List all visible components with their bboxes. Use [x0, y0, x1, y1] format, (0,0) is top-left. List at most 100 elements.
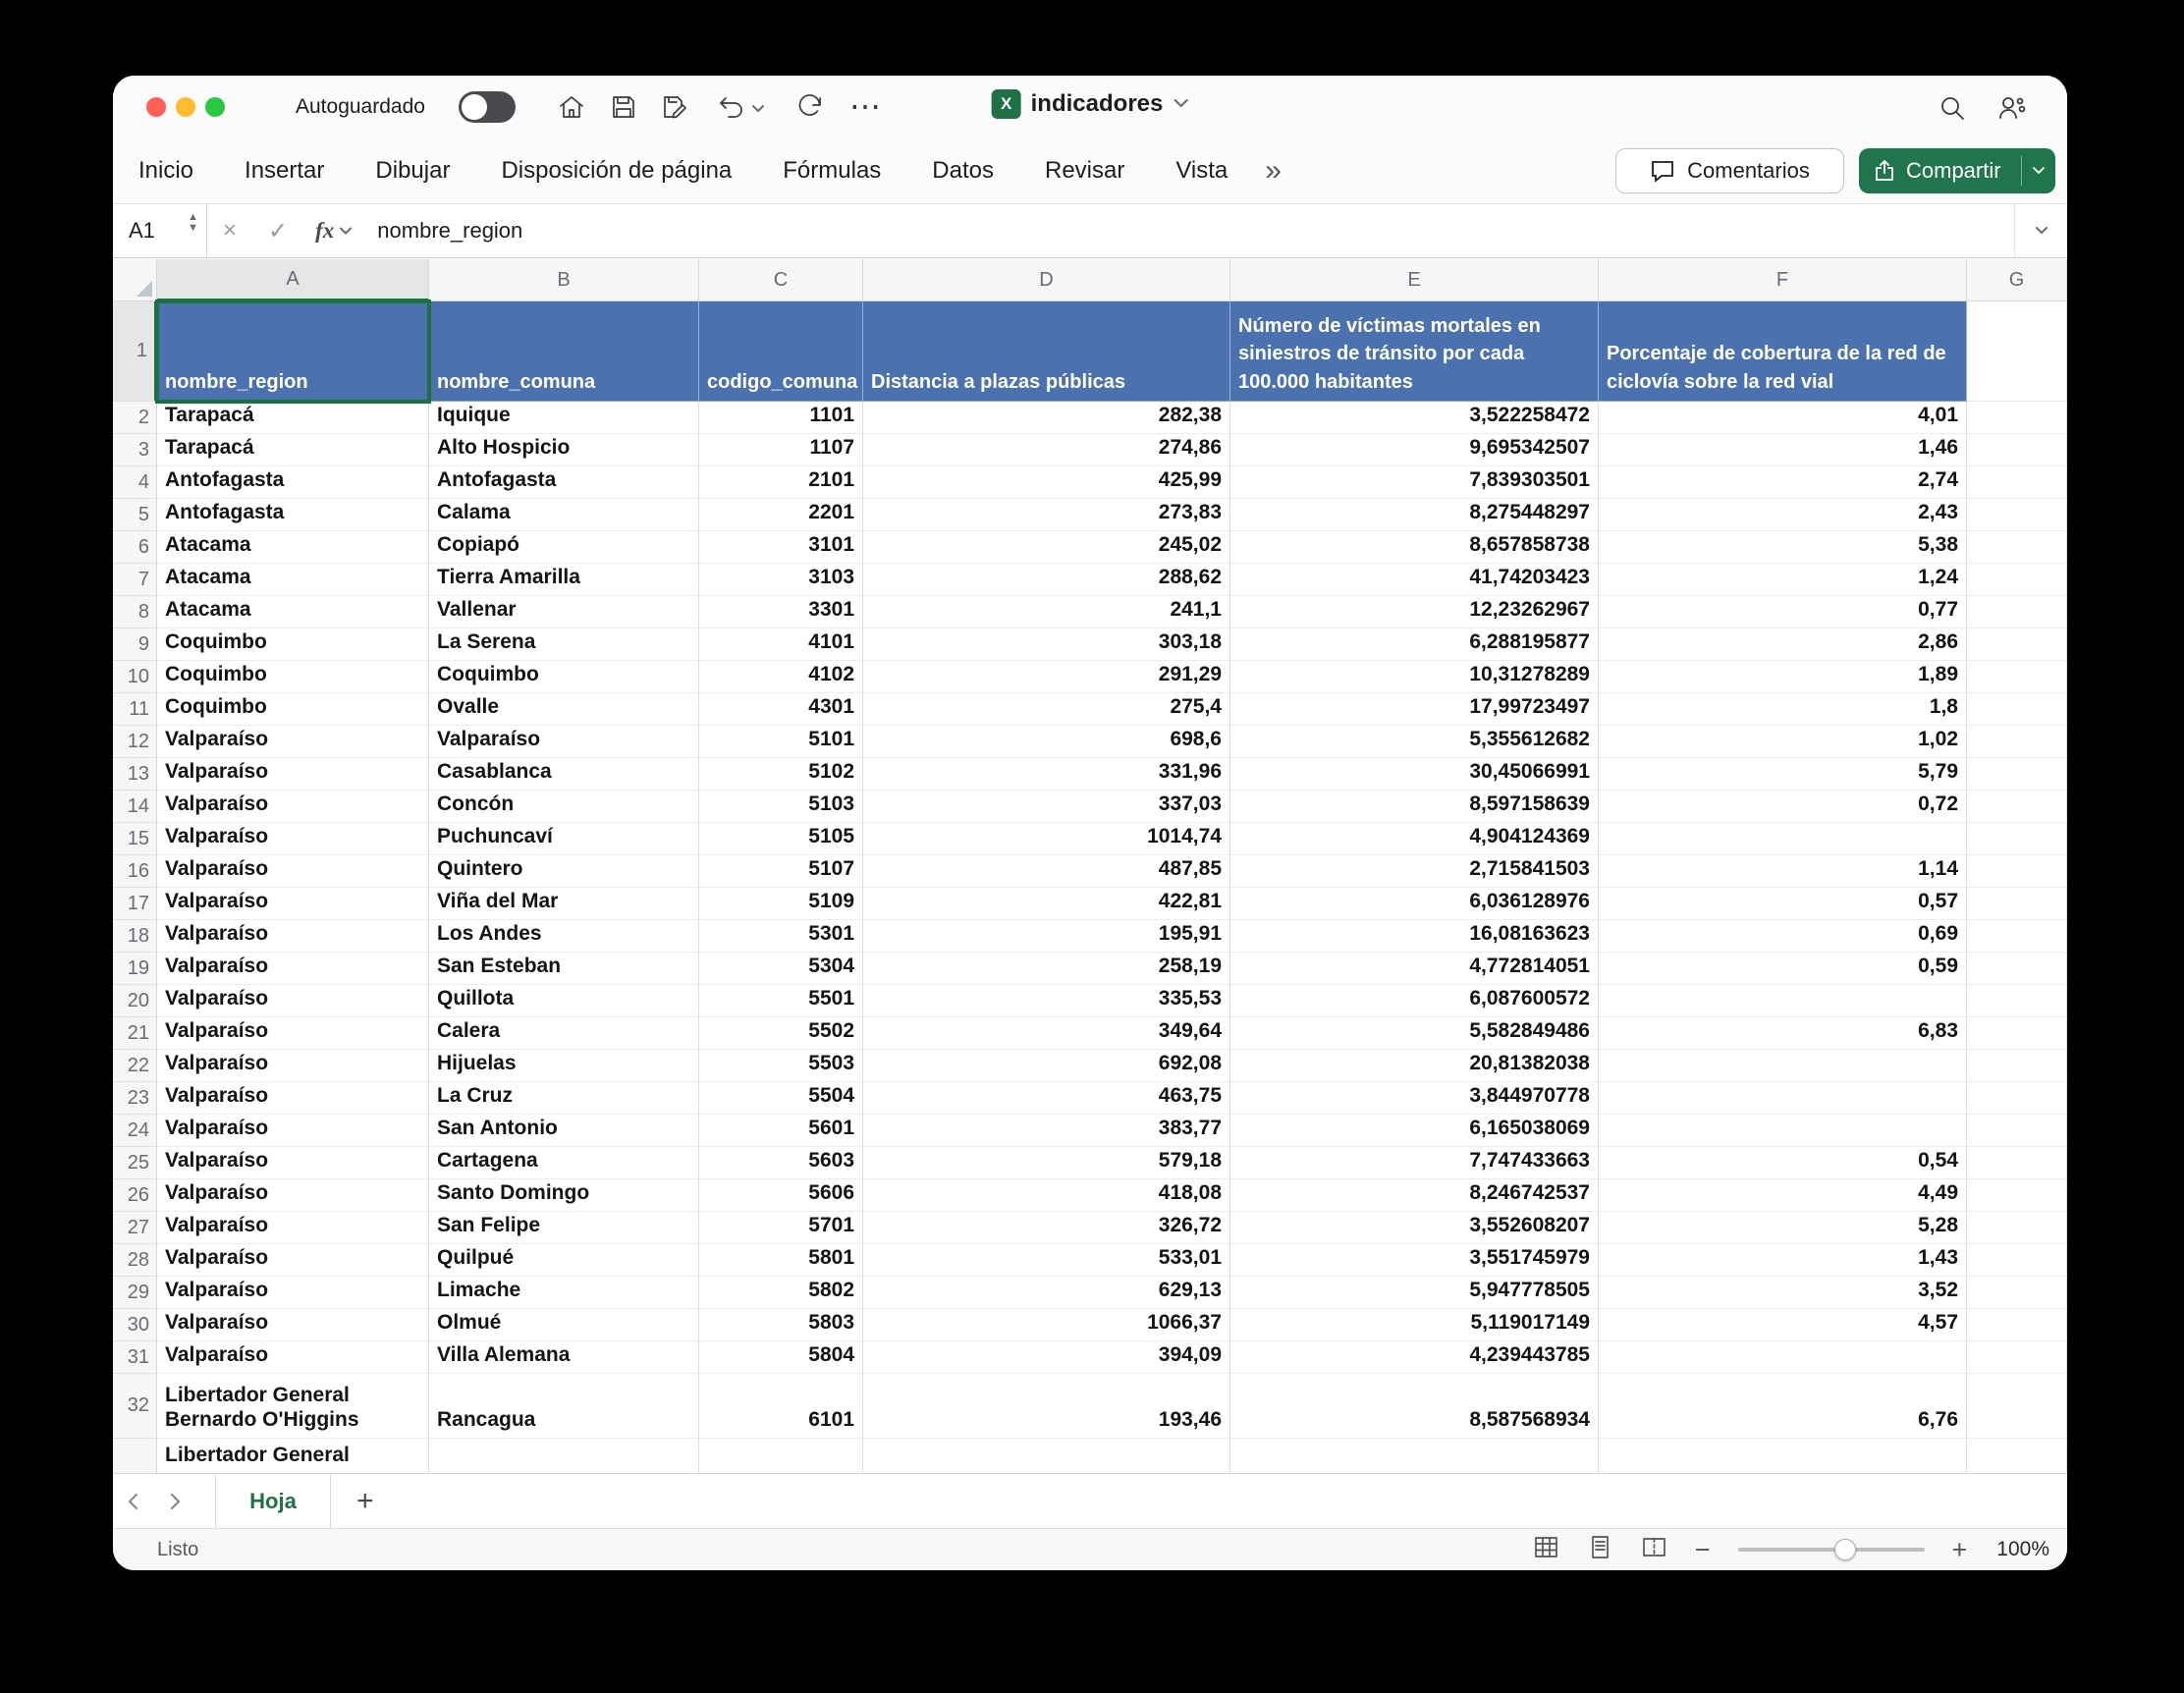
row-header-31[interactable]: 31 — [113, 1341, 157, 1374]
row-header-16[interactable]: 16 — [113, 855, 157, 888]
cell-E25[interactable]: 7,747433663 — [1230, 1147, 1599, 1179]
cell-F33[interactable] — [1599, 1439, 1967, 1473]
cell-D23[interactable]: 463,75 — [863, 1082, 1230, 1115]
cell-A32[interactable]: Libertador General Bernardo O'Higgins — [157, 1374, 429, 1439]
row-header-15[interactable]: 15 — [113, 823, 157, 855]
cell-G3[interactable] — [1967, 434, 2067, 466]
cell-D28[interactable]: 533,01 — [863, 1244, 1230, 1277]
cell-A2[interactable]: Tarapacá — [157, 402, 429, 434]
cell-F4[interactable]: 2,74 — [1599, 466, 1967, 499]
cell-F22[interactable] — [1599, 1050, 1967, 1082]
row-header-23[interactable]: 23 — [113, 1082, 157, 1115]
cell-B26[interactable]: Santo Domingo — [429, 1179, 699, 1212]
cell-B4[interactable]: Antofagasta — [429, 466, 699, 499]
header-cell-B1[interactable]: nombre_comuna — [429, 301, 699, 402]
sheet-tab-hoja[interactable]: Hoja — [215, 1473, 331, 1529]
column-header-F[interactable]: F — [1599, 259, 1967, 301]
cell-E11[interactable]: 17,99723497 — [1230, 693, 1599, 726]
home-icon[interactable] — [557, 92, 586, 122]
cell-D10[interactable]: 291,29 — [863, 661, 1230, 693]
cell-B6[interactable]: Copiapó — [429, 531, 699, 564]
cell-E21[interactable]: 5,582849486 — [1230, 1017, 1599, 1050]
cell-B23[interactable]: La Cruz — [429, 1082, 699, 1115]
cell-C11[interactable]: 4301 — [699, 693, 863, 726]
row-header-32[interactable]: 32 — [113, 1374, 157, 1439]
cell-A31[interactable]: Valparaíso — [157, 1341, 429, 1374]
row-header-7[interactable]: 7 — [113, 564, 157, 596]
cell-B17[interactable]: Viña del Mar — [429, 888, 699, 920]
row-header-2[interactable]: 2 — [113, 402, 157, 434]
cell-E23[interactable]: 3,844970778 — [1230, 1082, 1599, 1115]
cell-G21[interactable] — [1967, 1017, 2067, 1050]
cell-B29[interactable]: Limache — [429, 1277, 699, 1309]
cell-B32[interactable]: Rancagua — [429, 1374, 699, 1439]
cell-C21[interactable]: 5502 — [699, 1017, 863, 1050]
cell-A29[interactable]: Valparaíso — [157, 1277, 429, 1309]
column-header-E[interactable]: E — [1230, 259, 1599, 301]
cell-G17[interactable] — [1967, 888, 2067, 920]
cell-C7[interactable]: 3103 — [699, 564, 863, 596]
cell-G18[interactable] — [1967, 920, 2067, 953]
cell-A5[interactable]: Antofagasta — [157, 499, 429, 531]
cell-C4[interactable]: 2101 — [699, 466, 863, 499]
cell-G26[interactable] — [1967, 1179, 2067, 1212]
cell-C26[interactable]: 5606 — [699, 1179, 863, 1212]
fullscreen-button[interactable] — [205, 97, 225, 117]
cell-F15[interactable] — [1599, 823, 1967, 855]
cell-G13[interactable] — [1967, 758, 2067, 791]
cell-F6[interactable]: 5,38 — [1599, 531, 1967, 564]
cell-A18[interactable]: Valparaíso — [157, 920, 429, 953]
tab-inicio[interactable]: Inicio — [138, 157, 193, 185]
cell-B15[interactable]: Puchuncaví — [429, 823, 699, 855]
cell-E12[interactable]: 5,355612682 — [1230, 726, 1599, 758]
row-header-17[interactable]: 17 — [113, 888, 157, 920]
cell-D14[interactable]: 337,03 — [863, 791, 1230, 823]
cell-D12[interactable]: 698,6 — [863, 726, 1230, 758]
cell-E20[interactable]: 6,087600572 — [1230, 985, 1599, 1017]
cell-C18[interactable]: 5301 — [699, 920, 863, 953]
cell-D7[interactable]: 288,62 — [863, 564, 1230, 596]
tab-insertar[interactable]: Insertar — [245, 157, 324, 185]
cell-G15[interactable] — [1967, 823, 2067, 855]
cell-C25[interactable]: 5603 — [699, 1147, 863, 1179]
zoom-in-icon[interactable]: + — [1952, 1535, 1968, 1565]
cell-D29[interactable]: 629,13 — [863, 1277, 1230, 1309]
cell-F12[interactable]: 1,02 — [1599, 726, 1967, 758]
cell-F8[interactable]: 0,77 — [1599, 596, 1967, 628]
cell-A13[interactable]: Valparaíso — [157, 758, 429, 791]
cell-C19[interactable]: 5304 — [699, 953, 863, 985]
comments-button[interactable]: Comentarios — [1615, 148, 1844, 193]
cell-B28[interactable]: Quilpué — [429, 1244, 699, 1277]
cell-E30[interactable]: 5,119017149 — [1230, 1309, 1599, 1341]
cell-F27[interactable]: 5,28 — [1599, 1212, 1967, 1244]
cell-E15[interactable]: 4,904124369 — [1230, 823, 1599, 855]
tab-vista[interactable]: Vista — [1175, 157, 1228, 185]
cell-F18[interactable]: 0,69 — [1599, 920, 1967, 953]
cell-E29[interactable]: 5,947778505 — [1230, 1277, 1599, 1309]
account-icon[interactable] — [1996, 93, 2026, 123]
cell-G14[interactable] — [1967, 791, 2067, 823]
row-header-1[interactable]: 1 — [113, 301, 157, 402]
cell-D21[interactable]: 349,64 — [863, 1017, 1230, 1050]
cell-C23[interactable]: 5504 — [699, 1082, 863, 1115]
cell-C27[interactable]: 5701 — [699, 1212, 863, 1244]
row-header-4[interactable]: 4 — [113, 466, 157, 499]
cell-G1[interactable] — [1967, 301, 2067, 402]
cell-G24[interactable] — [1967, 1115, 2067, 1147]
cell-E8[interactable]: 12,23262967 — [1230, 596, 1599, 628]
cell-E28[interactable]: 3,551745979 — [1230, 1244, 1599, 1277]
row-header-9[interactable]: 9 — [113, 628, 157, 661]
cell-A24[interactable]: Valparaíso — [157, 1115, 429, 1147]
cell-F24[interactable] — [1599, 1115, 1967, 1147]
header-cell-F1[interactable]: Porcentaje de cobertura de la red de cic… — [1599, 301, 1967, 402]
cell-G19[interactable] — [1967, 953, 2067, 985]
cell-F13[interactable]: 5,79 — [1599, 758, 1967, 791]
cell-A28[interactable]: Valparaíso — [157, 1244, 429, 1277]
tab-revisar[interactable]: Revisar — [1045, 157, 1124, 185]
cell-E16[interactable]: 2,715841503 — [1230, 855, 1599, 888]
cell-A17[interactable]: Valparaíso — [157, 888, 429, 920]
cell-F23[interactable] — [1599, 1082, 1967, 1115]
cell-B27[interactable]: San Felipe — [429, 1212, 699, 1244]
cell-G25[interactable] — [1967, 1147, 2067, 1179]
cell-F20[interactable] — [1599, 985, 1967, 1017]
